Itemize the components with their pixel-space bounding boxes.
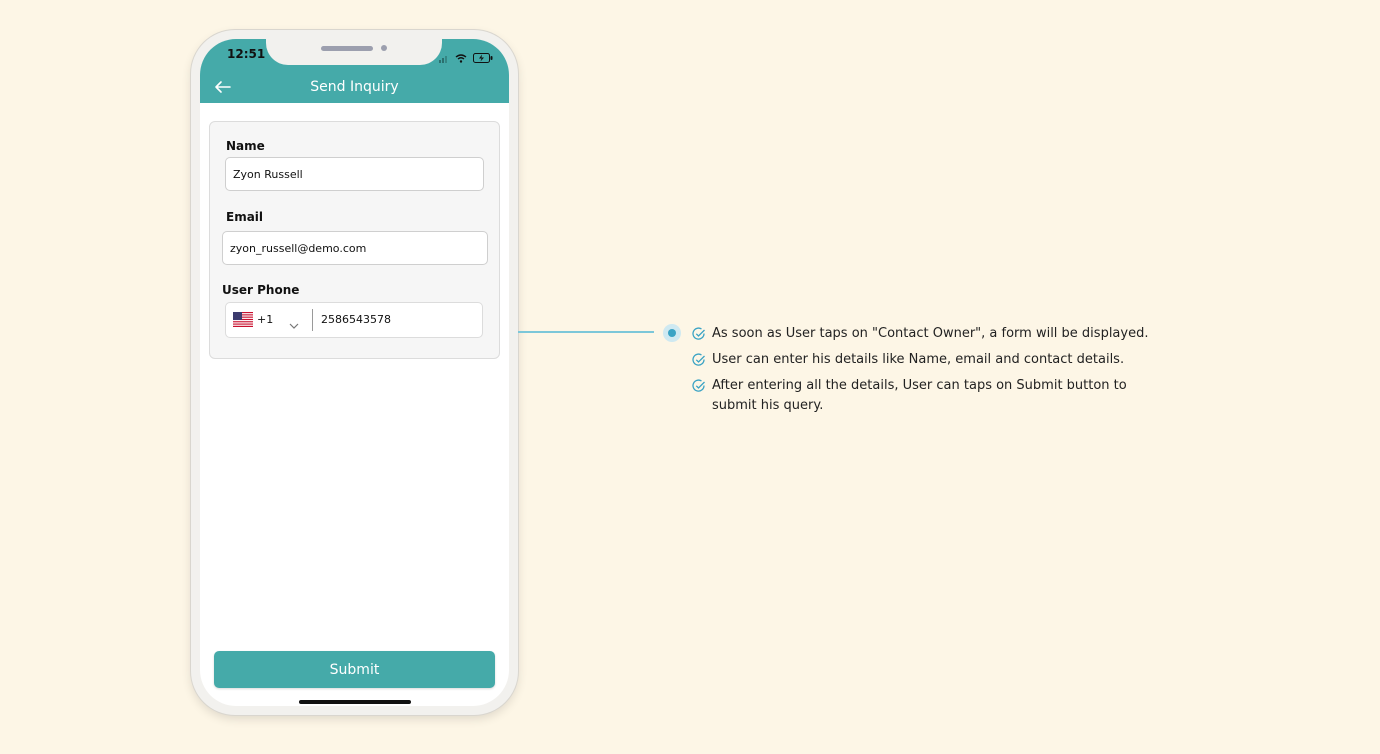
check-circle-icon: [692, 327, 706, 341]
note-text: User can enter his details like Name, em…: [712, 352, 1125, 367]
wifi-icon: [455, 48, 467, 67]
chevron-down-icon[interactable]: [289, 315, 299, 329]
submit-button[interactable]: Submit: [214, 651, 495, 688]
phone-screen: 12:51 Send Inquiry Name Zyon Russell Ema: [200, 39, 509, 706]
connector-line: [518, 331, 654, 333]
email-field[interactable]: zyon_russell@demo.com: [222, 231, 488, 265]
phone-number-input[interactable]: 2586543578: [321, 313, 391, 326]
camera: [381, 45, 387, 51]
phone-input-group: +1 2586543578: [225, 302, 483, 338]
note-item: As soon as User taps on "Contact Owner",…: [692, 324, 1172, 344]
battery-icon: [473, 48, 493, 67]
feature-notes: As soon as User taps on "Contact Owner",…: [692, 324, 1172, 422]
divider: [312, 309, 313, 331]
home-indicator: [299, 700, 411, 704]
note-item: User can enter his details like Name, em…: [692, 350, 1172, 370]
app-header: 12:51 Send Inquiry: [200, 39, 509, 103]
phone-label: User Phone: [222, 283, 300, 297]
signal-icon: [439, 48, 449, 67]
check-circle-icon: [692, 379, 706, 393]
country-code-select[interactable]: +1: [257, 313, 273, 326]
note-text: After entering all the details, User can…: [712, 378, 1127, 413]
note-item: After entering all the details, User can…: [692, 376, 1172, 416]
name-field[interactable]: Zyon Russell: [225, 157, 484, 191]
page-title: Send Inquiry: [310, 79, 399, 95]
speaker: [321, 46, 373, 51]
phone-notch: [266, 39, 442, 65]
phone-mockup: 12:51 Send Inquiry Name Zyon Russell Ema: [191, 30, 518, 715]
email-label: Email: [226, 210, 264, 224]
us-flag-icon: [233, 312, 253, 327]
name-label: Name: [226, 139, 265, 153]
note-text: As soon as User taps on "Contact Owner",…: [712, 326, 1149, 341]
status-icons: [439, 48, 493, 67]
inquiry-form-card: Name Zyon Russell Email zyon_russell@dem…: [209, 121, 500, 359]
status-time: 12:51: [227, 47, 266, 61]
check-circle-icon: [692, 353, 706, 367]
annotation-dot: [663, 324, 681, 342]
